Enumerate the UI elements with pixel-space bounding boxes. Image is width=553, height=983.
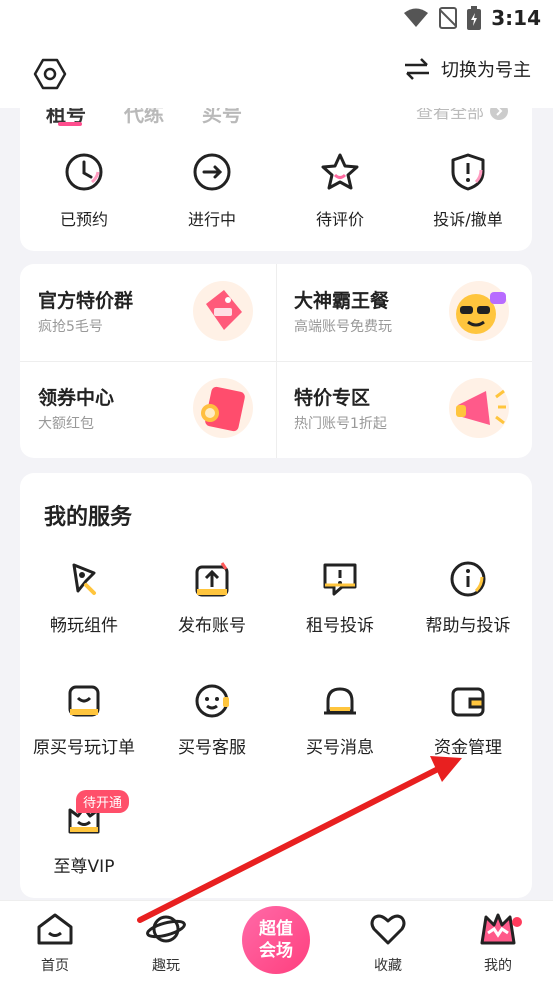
view-all-link[interactable]: 查看全部	[416, 108, 508, 123]
promo-subtitle: 疯抢5毛号	[38, 319, 103, 335]
promo-subtitle: 大额红包	[38, 416, 94, 432]
headset-icon	[195, 684, 229, 718]
promo-grid: 官方特价群 疯抢5毛号 大神霸王餐 高端账号免费玩 领券中心 大额红包 特价专区…	[20, 264, 532, 458]
bell-icon	[324, 687, 356, 715]
service-label: 发布账号	[178, 616, 246, 636]
service-customer-support[interactable]: 买号客服	[148, 681, 276, 758]
promo-special-zone[interactable]: 特价专区 热门账号1折起	[276, 361, 532, 458]
tabbar-label: 我的	[484, 958, 512, 974]
switch-role-button[interactable]: 切换为号主	[403, 56, 531, 82]
tab-boost[interactable]: 代练	[124, 108, 164, 127]
order-complaint-label: 投诉/撤单	[433, 210, 503, 229]
tabbar-favorites[interactable]: 收藏	[348, 911, 428, 975]
service-fund-management[interactable]: 资金管理	[404, 681, 532, 758]
chevron-right-icon	[490, 108, 508, 120]
promo-title: 大神霸王餐	[294, 290, 390, 312]
service-label: 帮助与投诉	[425, 616, 511, 636]
center-label-line1: 超值	[259, 919, 293, 939]
clock-icon	[65, 153, 103, 191]
service-label: 买号消息	[306, 738, 374, 758]
sim-off-icon	[439, 7, 458, 29]
promo-title: 领券中心	[38, 387, 115, 409]
service-label: 租号投诉	[306, 616, 374, 636]
alert-message-icon	[323, 563, 357, 596]
tabbar-home[interactable]: 首页	[15, 911, 95, 975]
settings-icon[interactable]	[32, 56, 68, 92]
tabbar-label: 首页	[41, 958, 69, 974]
order-in-progress-label: 进行中	[187, 210, 236, 229]
service-label: 买号客服	[178, 738, 246, 758]
tabbar-label: 趣玩	[152, 958, 180, 974]
service-buy-messages[interactable]: 买号消息	[276, 681, 404, 758]
orders-card: 租号 代练 买号 查看全部 已预约 进行中 待评价 投诉/撤单	[20, 108, 532, 251]
order-to-review-label: 待评价	[315, 210, 364, 229]
promo-title: 官方特价群	[38, 290, 134, 312]
promo-subtitle: 热门账号1折起	[294, 416, 387, 432]
service-rent-complaint[interactable]: 租号投诉	[276, 559, 404, 636]
bottom-tab-bar: 首页 趣玩 超值 会场 收藏 我的	[0, 900, 553, 983]
tab-buy[interactable]: 买号	[202, 108, 242, 127]
shield-alert-icon	[451, 153, 485, 191]
promo-subtitle: 高端账号免费玩	[294, 319, 392, 335]
tabbar-label: 收藏	[374, 958, 402, 974]
service-label: 畅玩组件	[50, 616, 118, 636]
promo-coupon-center[interactable]: 领券中心 大额红包	[20, 361, 276, 458]
service-label: 资金管理	[434, 738, 502, 758]
vip-status-badge: 待开通	[76, 790, 130, 813]
wallet-icon	[451, 687, 485, 717]
service-legacy-orders[interactable]: 原买号玩订单	[20, 681, 148, 758]
order-reserved-label: 已预约	[59, 210, 108, 229]
rocket-icon	[72, 563, 96, 595]
profile-icon	[480, 913, 516, 945]
planet-icon	[146, 915, 186, 943]
swap-icon	[405, 58, 429, 80]
promo-title: 特价专区	[294, 387, 371, 409]
home-icon	[37, 913, 73, 945]
order-complaint[interactable]: 投诉/撤单	[404, 152, 532, 230]
red-packet-icon	[193, 378, 253, 438]
notification-dot	[512, 917, 522, 927]
tabbar-me[interactable]: 我的	[458, 911, 538, 975]
service-label: 至尊VIP	[53, 857, 115, 877]
order-in-progress[interactable]: 进行中	[148, 152, 276, 230]
upload-icon	[195, 562, 229, 597]
service-label: 原买号玩订单	[33, 738, 135, 758]
service-play-widget[interactable]: 畅玩组件	[20, 559, 148, 636]
wifi-icon	[404, 8, 429, 27]
clock: 3:14	[491, 6, 541, 30]
battery-icon	[467, 6, 482, 30]
promo-official-group[interactable]: 官方特价群 疯抢5毛号	[20, 264, 276, 361]
star-face-icon	[321, 153, 359, 190]
price-tag-icon	[193, 281, 253, 341]
order-tabs: 租号 代练 买号 查看全部	[20, 108, 532, 128]
status-bar: 3:14	[0, 0, 553, 38]
header: 切换为号主	[0, 38, 553, 108]
order-reserved[interactable]: 已预约	[20, 152, 148, 230]
info-icon	[450, 561, 486, 597]
order-to-review[interactable]: 待评价	[276, 152, 404, 230]
value-venue-button[interactable]: 超值 会场	[242, 906, 310, 974]
promo-free-meal[interactable]: 大神霸王餐 高端账号免费玩	[276, 264, 532, 361]
megaphone-icon	[449, 378, 509, 438]
active-tab-indicator	[58, 122, 82, 126]
sunglasses-face-icon	[449, 281, 509, 341]
service-help[interactable]: 帮助与投诉	[404, 559, 532, 636]
tabbar-fun[interactable]: 趣玩	[126, 911, 206, 975]
heart-icon	[370, 914, 406, 945]
bag-icon	[68, 685, 100, 717]
center-label-line2: 会场	[259, 941, 293, 961]
arrow-circle-icon	[193, 153, 231, 191]
service-publish-account[interactable]: 发布账号	[148, 559, 276, 636]
section-title: 我的服务	[44, 505, 133, 530]
view-all-label: 查看全部	[416, 108, 484, 123]
switch-role-label: 切换为号主	[441, 60, 531, 81]
